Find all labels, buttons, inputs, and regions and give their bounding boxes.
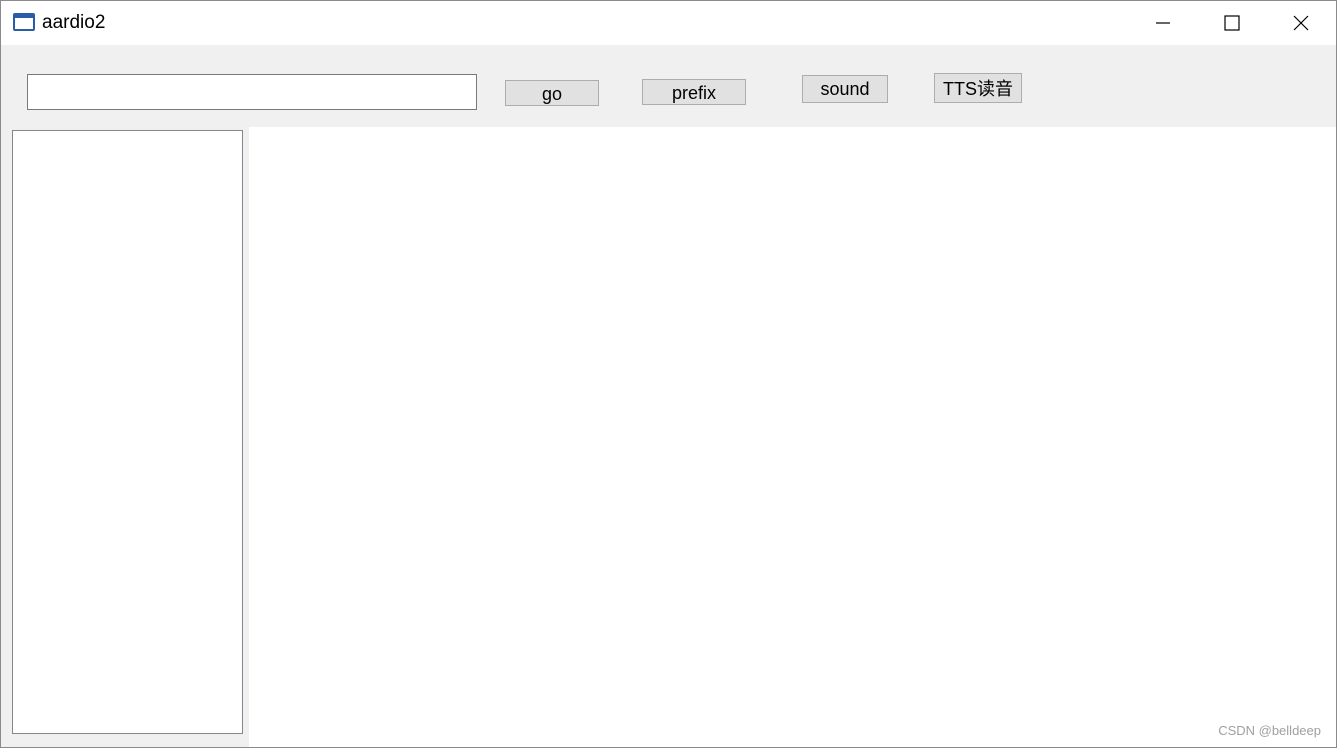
prefix-button[interactable]: prefix [642,79,746,105]
minimize-icon [1155,15,1171,31]
sound-button[interactable]: sound [802,75,888,103]
content-view[interactable] [249,127,1336,747]
window-title: aardio2 [42,12,106,33]
go-button[interactable]: go [505,80,599,106]
app-window: aardio2 go prefix sound TTS读音 CSDN @bell… [0,0,1337,748]
app-window-icon [13,13,35,31]
title-bar[interactable]: aardio2 [1,1,1336,45]
maximize-button[interactable] [1197,1,1267,45]
maximize-icon [1224,15,1240,31]
search-input[interactable] [27,74,477,110]
word-list[interactable] [12,130,243,734]
watermark: CSDN @belldeep [1218,723,1321,738]
close-icon [1293,15,1309,31]
minimize-button[interactable] [1128,1,1198,45]
close-button[interactable] [1266,1,1336,45]
toolbar: go prefix sound TTS读音 [1,45,1336,127]
tts-button[interactable]: TTS读音 [934,73,1022,103]
